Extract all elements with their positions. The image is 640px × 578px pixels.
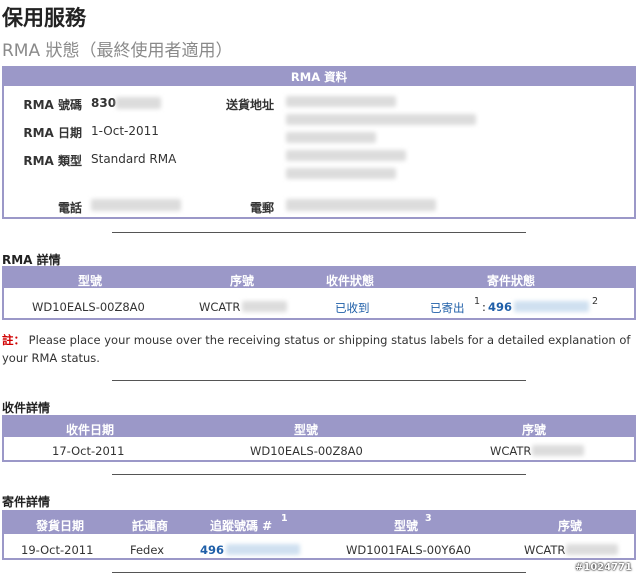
redacted-serial — [566, 544, 618, 555]
rma-type-value: Standard RMA — [91, 152, 177, 166]
rma-details-table: 型號 序號 收件狀態 寄件狀態 WD10EALS-00Z8A0 WCATR 已收… — [2, 266, 636, 320]
ship-details-title: 寄件詳情 — [2, 495, 51, 509]
rma-info-header: RMA 資料 — [4, 68, 634, 86]
redacted-phone — [91, 199, 181, 211]
divider — [112, 474, 526, 475]
tracking-link[interactable]: 496 — [488, 300, 512, 314]
divider — [112, 572, 526, 573]
receive-status-link[interactable]: 已收到 — [335, 300, 370, 316]
redacted-tracking — [514, 301, 589, 312]
column-header: 序號 — [230, 274, 255, 288]
ship-date-cell: 19-Oct-2011 — [21, 543, 94, 557]
rma-type-label: RMA 類型 — [23, 154, 82, 168]
rma-number-label: RMA 號碼 — [23, 98, 82, 112]
note-text: Please place your mouse over the receivi… — [2, 333, 631, 365]
redacted-serial — [532, 445, 584, 456]
footnote-marker: 1 — [281, 513, 288, 524]
footnote-marker: 1 — [474, 296, 481, 307]
column-header: 序號 — [558, 519, 583, 533]
column-header: 型號 — [394, 519, 419, 533]
redacted-address-line — [286, 168, 396, 179]
rma-date-label: RMA 日期 — [23, 126, 82, 140]
page-title: 保用服務 — [2, 6, 86, 30]
column-header: 託運商 — [132, 519, 169, 533]
model-cell: WD10EALS-00Z8A0 — [32, 300, 145, 314]
note-prefix: 註： — [2, 333, 25, 347]
receive-model-cell: WD10EALS-00Z8A0 — [250, 444, 363, 458]
divider — [112, 232, 526, 233]
colon: : — [482, 300, 486, 314]
redacted-email — [286, 199, 436, 211]
ship-tracking-link[interactable]: 496 — [200, 543, 224, 557]
rma-date-value: 1-Oct-2011 — [91, 124, 159, 138]
page-subtitle: RMA 狀態（最終使用者適用） — [2, 41, 233, 61]
email-label: 電郵 — [249, 201, 274, 215]
column-header: 型號 — [78, 274, 103, 288]
column-header: 型號 — [294, 423, 319, 437]
footnote-marker: 3 — [425, 513, 432, 524]
address-label: 送貨地址 — [225, 98, 274, 112]
redacted-rma-number — [116, 97, 161, 109]
receive-serial-cell: WCATR — [490, 444, 532, 458]
ship-status-link[interactable]: 已寄出 — [430, 300, 465, 316]
watermark: #1024771 — [575, 562, 633, 573]
redacted-address-line — [286, 132, 376, 143]
carrier-cell: Fedex — [130, 543, 165, 557]
phone-label: 電話 — [57, 201, 82, 215]
column-header: 序號 — [522, 423, 547, 437]
redacted-tracking — [226, 544, 300, 555]
column-header: 收件日期 — [66, 423, 115, 437]
redacted-address-line — [286, 96, 396, 107]
redacted-serial — [242, 301, 287, 312]
ship-model-cell: WD1001FALS-00Y6A0 — [346, 543, 471, 557]
column-header: 發貨日期 — [36, 519, 85, 533]
rma-number-value: 830 — [91, 96, 117, 110]
table-header — [4, 512, 634, 534]
receive-details-table: 收件日期 型號 序號 17-Oct-2011 WD10EALS-00Z8A0 W… — [2, 415, 636, 462]
column-header: 寄件狀態 — [487, 274, 536, 288]
redacted-address-line — [286, 114, 476, 125]
ship-serial-cell: WCATR — [524, 543, 566, 557]
serial-cell: WCATR — [199, 300, 241, 314]
column-header: 追蹤號碼 # — [210, 519, 273, 533]
divider — [112, 380, 526, 381]
footnote-marker: 2 — [592, 296, 599, 307]
receive-date-cell: 17-Oct-2011 — [52, 444, 125, 458]
status-note: 註： Please place your mouse over the rece… — [2, 331, 636, 367]
rma-info-panel: RMA 資料 RMA 號碼 830 RMA 日期 1-Oct-2011 RMA … — [2, 66, 636, 219]
redacted-address-line — [286, 150, 406, 161]
receive-details-title: 收件詳情 — [2, 401, 51, 415]
ship-details-table: 發貨日期 託運商 追蹤號碼 # 1 型號 3 序號 19-Oct-2011 Fe… — [2, 510, 636, 560]
column-header: 收件狀態 — [326, 274, 375, 288]
